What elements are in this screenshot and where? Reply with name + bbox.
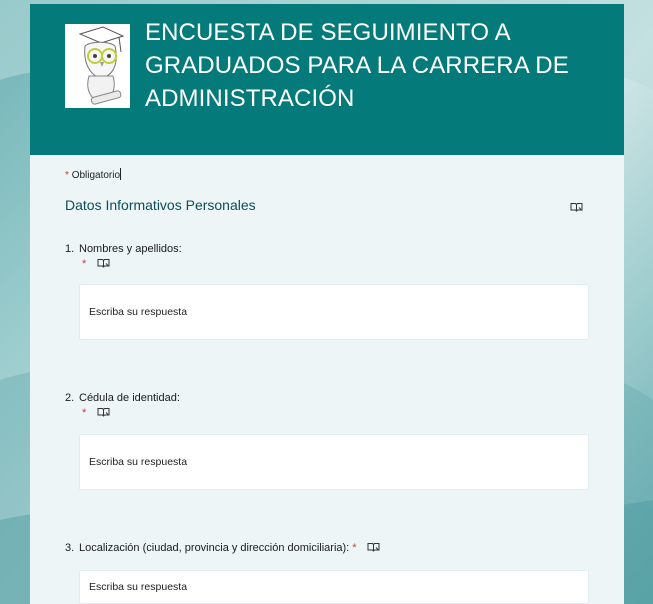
- required-star: *: [82, 407, 87, 419]
- form-title-line: ENCUESTA DE SEGUIMIENTO A: [145, 19, 511, 46]
- question-label: Localización (ciudad, provincia y direcc…: [79, 542, 350, 554]
- immersive-reader-icon[interactable]: [367, 542, 380, 552]
- immersive-reader-icon[interactable]: [97, 258, 110, 268]
- required-star: *: [352, 542, 357, 554]
- question-label: Nombres y apellidos:: [79, 243, 182, 255]
- form-title-line: ADMINISTRACIÓN: [145, 85, 355, 112]
- answer-input-location[interactable]: [79, 570, 589, 604]
- question-label: Cédula de identidad:: [79, 392, 180, 404]
- question-1: 1. Nombres y apellidos: *: [65, 243, 590, 343]
- immersive-reader-icon[interactable]: [97, 407, 110, 417]
- answer-input-id[interactable]: [79, 434, 589, 490]
- survey-form: ENCUESTA DE SEGUIMIENTO A GRADUADOS PARA…: [30, 4, 624, 604]
- required-star: *: [65, 170, 69, 181]
- immersive-reader-icon[interactable]: [570, 199, 583, 212]
- question-number: 1.: [65, 243, 75, 255]
- form-title: ENCUESTA DE SEGUIMIENTO A GRADUADOS PARA…: [145, 16, 605, 115]
- question-2: 2. Cédula de identidad: *: [65, 392, 590, 492]
- form-body: * Obligatorio Datos Informativos Persona…: [30, 155, 624, 604]
- form-header: ENCUESTA DE SEGUIMIENTO A GRADUADOS PARA…: [30, 4, 624, 155]
- question-number: 3.: [65, 542, 75, 554]
- section-title: Datos Informativos Personales: [65, 197, 256, 213]
- question-meta: *: [82, 258, 110, 270]
- question-number: 2.: [65, 392, 75, 404]
- required-star: *: [82, 258, 87, 270]
- question-meta: *: [82, 407, 110, 419]
- graduate-owl-logo: [65, 24, 130, 108]
- question-label-row: Localización (ciudad, provincia y direcc…: [79, 542, 380, 554]
- answer-input-name[interactable]: [79, 284, 589, 340]
- required-note-text: Obligatorio: [71, 170, 121, 181]
- question-3: 3. Localización (ciudad, provincia y dir…: [65, 542, 590, 604]
- required-note: * Obligatorio: [65, 168, 122, 181]
- form-title-line: GRADUADOS PARA LA CARRERA DE: [145, 52, 569, 79]
- text-cursor: [120, 168, 122, 180]
